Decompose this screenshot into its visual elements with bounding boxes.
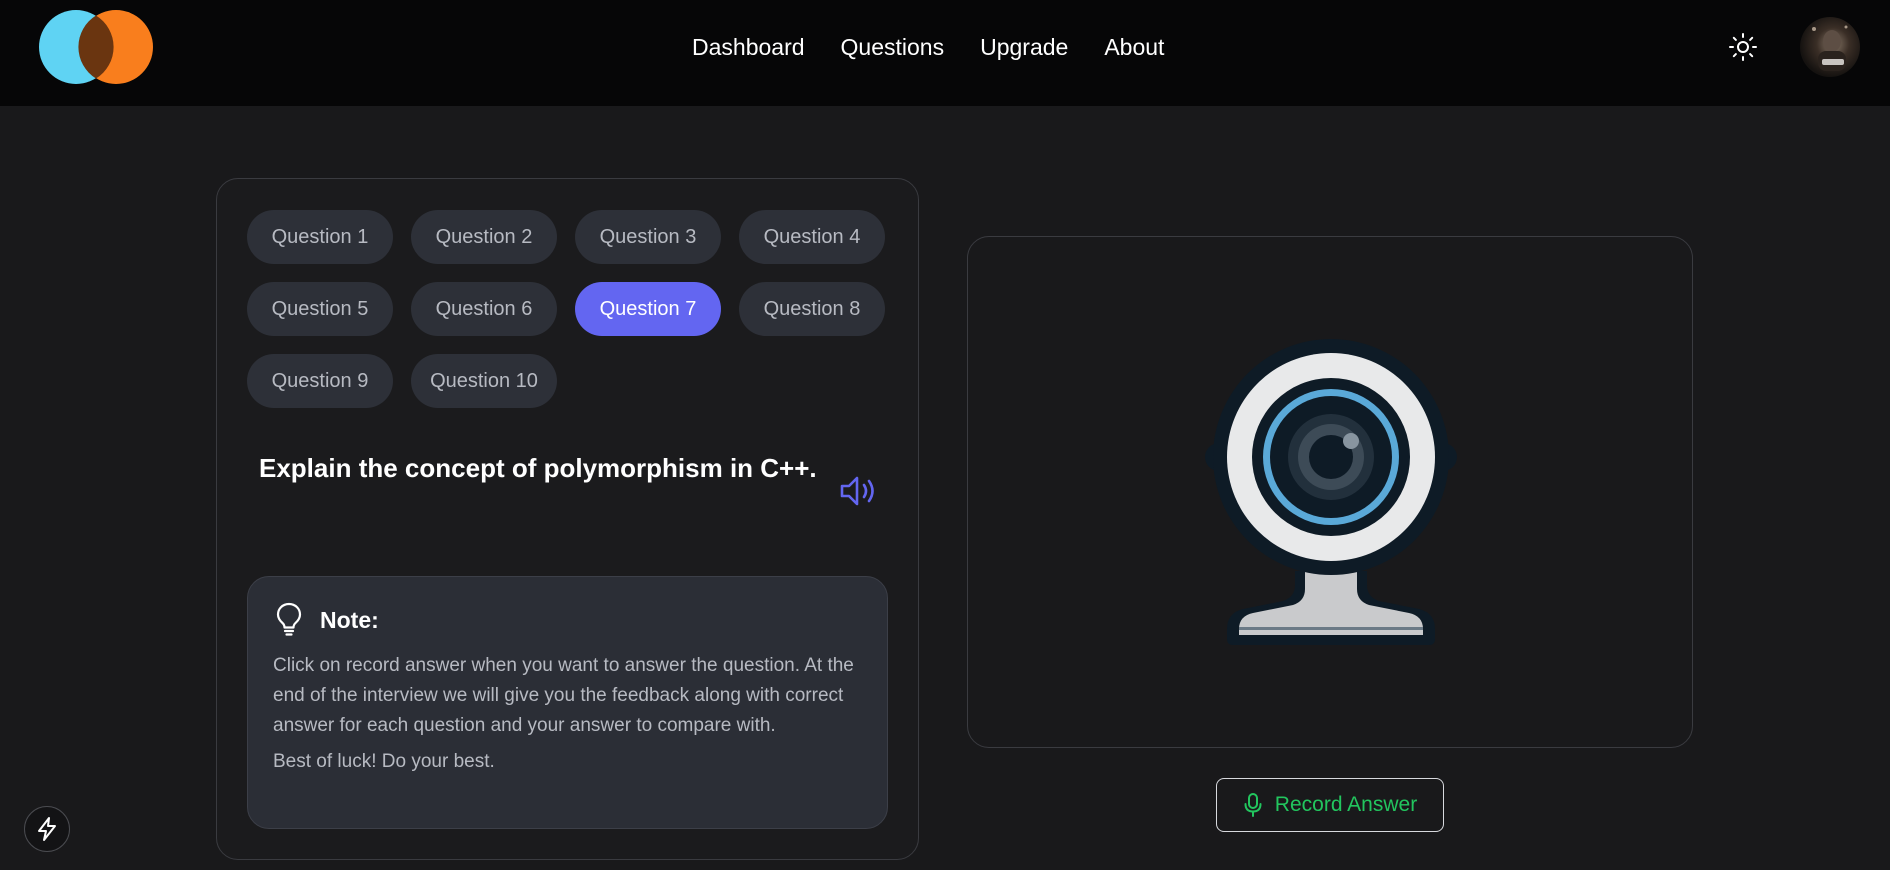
sun-icon <box>1729 33 1757 61</box>
webcam-preview-panel <box>967 236 1693 748</box>
lightning-bolt-icon <box>38 817 56 841</box>
quick-action-button[interactable] <box>24 806 70 852</box>
avatar-image <box>1812 25 1848 71</box>
user-avatar[interactable] <box>1800 17 1860 77</box>
nav-about[interactable]: About <box>1104 33 1164 61</box>
top-navbar: Dashboard Questions Upgrade About <box>0 0 1890 106</box>
note-instructions: Click on record answer when you want to … <box>273 655 854 736</box>
webcam-icon <box>1205 339 1457 645</box>
question-tab-4[interactable]: Question 4 <box>739 210 885 264</box>
speaker-icon[interactable] <box>838 473 878 509</box>
question-tab-7[interactable]: Question 7 <box>575 282 721 336</box>
note-closing: Best of luck! Do your best. <box>273 751 495 772</box>
note-body: Click on record answer when you want to … <box>273 651 873 777</box>
question-tab-2[interactable]: Question 2 <box>411 210 557 264</box>
main-nav: Dashboard Questions Upgrade About <box>692 33 1200 61</box>
nav-dashboard[interactable]: Dashboard <box>692 33 805 61</box>
question-tab-6[interactable]: Question 6 <box>411 282 557 336</box>
lightbulb-icon <box>276 602 302 636</box>
question-tab-8[interactable]: Question 8 <box>739 282 885 336</box>
question-tab-1[interactable]: Question 1 <box>247 210 393 264</box>
question-tab-5[interactable]: Question 5 <box>247 282 393 336</box>
note-title: Note: <box>320 607 379 633</box>
theme-toggle-button[interactable] <box>1727 31 1759 63</box>
note-box: Note: Click on record answer when you wa… <box>247 576 888 829</box>
question-panel: Question 1 Question 2 Question 3 Questio… <box>216 178 919 860</box>
logo-icon[interactable] <box>38 9 154 85</box>
question-tab-9[interactable]: Question 9 <box>247 354 393 408</box>
record-answer-button[interactable]: Record Answer <box>1216 778 1444 832</box>
question-selector: Question 1 Question 2 Question 3 Questio… <box>247 210 885 408</box>
question-tab-3[interactable]: Question 3 <box>575 210 721 264</box>
nav-questions[interactable]: Questions <box>841 33 945 61</box>
record-answer-label: Record Answer <box>1274 793 1418 816</box>
question-tab-10[interactable]: Question 10 <box>411 354 557 408</box>
nav-upgrade[interactable]: Upgrade <box>980 33 1068 61</box>
microphone-icon <box>1244 793 1262 817</box>
current-question-text: Explain the concept of polymorphism in C… <box>259 453 817 483</box>
